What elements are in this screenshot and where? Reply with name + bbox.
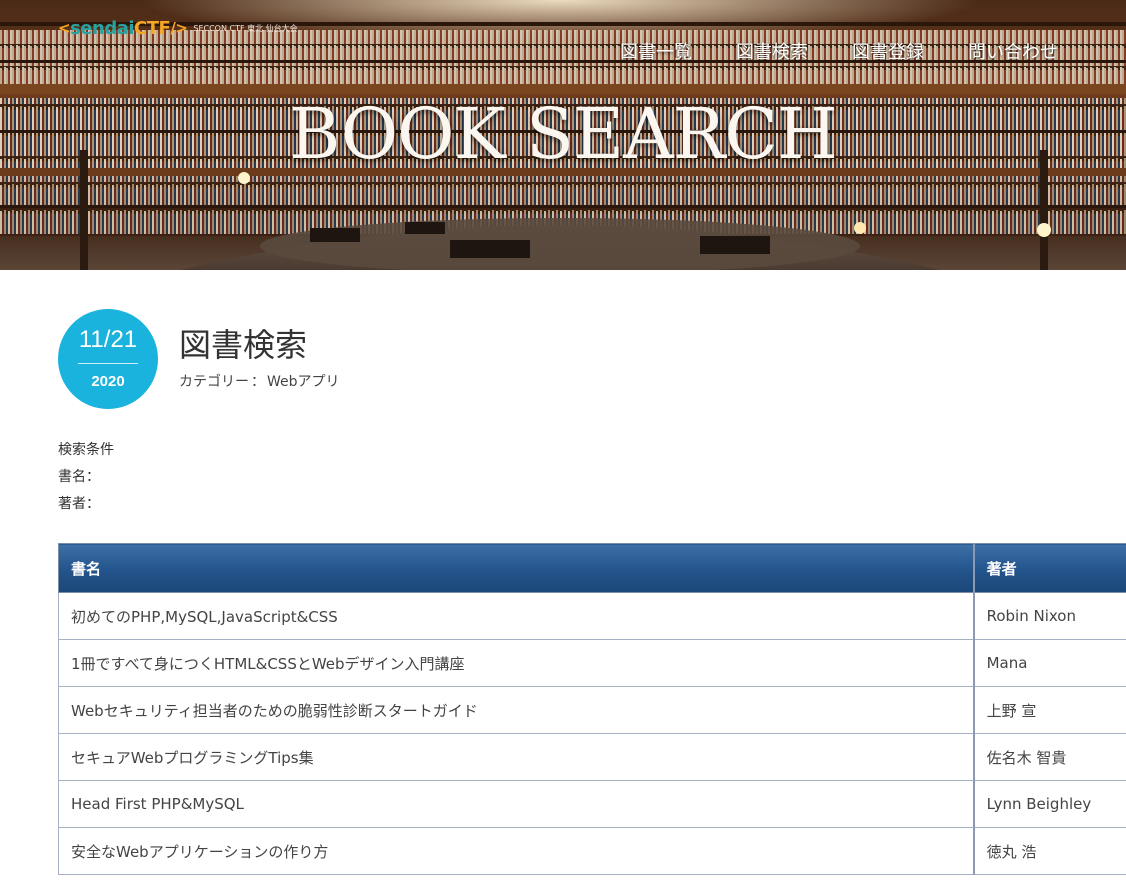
cell-book-title: Webセキュリティ担当者のための脆弱性診断スタートガイド bbox=[57, 686, 975, 734]
cell-book-title: 安全なWebアプリケーションの作り方 bbox=[57, 827, 975, 875]
table-header-row: 書名 著者 bbox=[57, 543, 1126, 593]
cell-book-author: 佐名木 智貴 bbox=[973, 733, 1126, 781]
logo-text-sendai: sendai bbox=[70, 17, 135, 39]
nav-book-register[interactable]: 図書登録 bbox=[852, 38, 924, 64]
post-date-badge: 11/21 2020 bbox=[58, 309, 158, 409]
book-results-table: 書名 著者 初めてのPHP,MySQL,JavaScript&CSS Robin… bbox=[57, 543, 1126, 875]
post-date-month-day: 11/21 bbox=[78, 326, 138, 353]
logo-bracket-left: < bbox=[58, 19, 71, 37]
page-title: 図書検索 bbox=[179, 326, 308, 364]
logo-bracket-right: /> bbox=[170, 19, 188, 37]
nav-book-search[interactable]: 図書検索 bbox=[736, 38, 808, 64]
column-header-author: 著者 bbox=[973, 543, 1126, 593]
nav-contact[interactable]: 問い合わせ bbox=[968, 38, 1058, 64]
table-row: Webセキュリティ担当者のための脆弱性診断スタートガイド 上野 宣 bbox=[57, 686, 1126, 734]
hero-title: BOOK SEARCH bbox=[289, 93, 838, 175]
table-row: 初めてのPHP,MySQL,JavaScript&CSS Robin Nixon bbox=[57, 592, 1126, 640]
column-header-title: 書名 bbox=[57, 543, 975, 593]
table-row: 安全なWebアプリケーションの作り方 徳丸 浩 bbox=[57, 827, 1126, 875]
post-category: カテゴリー： Webアプリ bbox=[179, 371, 340, 391]
logo-tagline: SECCON CTF 東北 仙台大会 bbox=[193, 23, 298, 33]
table-row: セキュアWebプログラミングTips集 佐名木 智貴 bbox=[57, 733, 1126, 781]
main-nav: 図書一覧 図書検索 図書登録 問い合わせ bbox=[0, 38, 1126, 64]
table-row: Head First PHP&MySQL Lynn Beighley bbox=[57, 780, 1126, 828]
search-conditions-heading: 検索条件 bbox=[58, 442, 114, 458]
category-label: カテゴリー bbox=[179, 374, 249, 390]
cell-book-author: 徳丸 浩 bbox=[973, 827, 1126, 875]
cell-book-author: Mana bbox=[973, 639, 1126, 687]
header-banner: < sendai CTF /> SECCON CTF 東北 仙台大会 図書一覧 … bbox=[0, 0, 1126, 270]
cell-book-title: Head First PHP&MySQL bbox=[57, 780, 975, 828]
category-separator: ： bbox=[251, 374, 265, 390]
logo-text-ctf: CTF bbox=[134, 17, 171, 39]
post-date-year: 2020 bbox=[91, 373, 125, 390]
cell-book-author: Robin Nixon bbox=[973, 592, 1126, 640]
cell-book-title: 1冊ですべて身につくHTML&CSSとWebデザイン入門講座 bbox=[57, 639, 975, 687]
cell-book-title: セキュアWebプログラミングTips集 bbox=[57, 733, 975, 781]
cell-book-title: 初めてのPHP,MySQL,JavaScript&CSS bbox=[57, 592, 975, 640]
nav-book-list[interactable]: 図書一覧 bbox=[620, 38, 692, 64]
category-link[interactable]: Webアプリ bbox=[267, 374, 340, 390]
cell-book-author: Lynn Beighley bbox=[973, 780, 1126, 828]
table-row: 1冊ですべて身につくHTML&CSSとWebデザイン入門講座 Mana bbox=[57, 639, 1126, 687]
search-condition-author: 著者： bbox=[58, 496, 100, 512]
date-divider bbox=[78, 363, 138, 364]
cell-book-author: 上野 宣 bbox=[973, 686, 1126, 734]
site-logo[interactable]: < sendai CTF /> SECCON CTF 東北 仙台大会 bbox=[58, 17, 298, 39]
search-condition-title: 書名： bbox=[58, 469, 100, 485]
